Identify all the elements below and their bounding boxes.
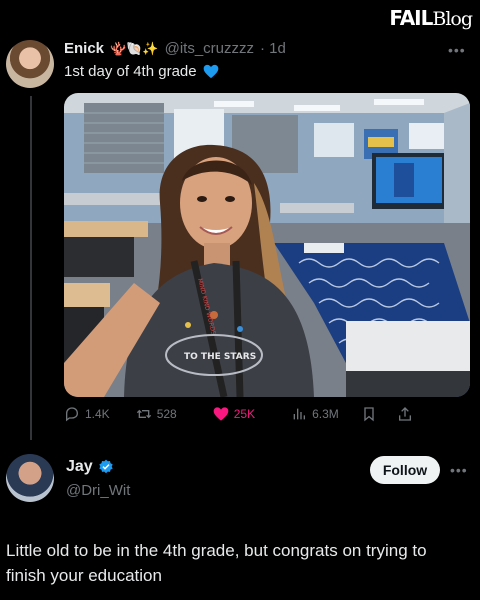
follow-button[interactable]: Follow xyxy=(370,456,440,484)
failblog-watermark: FAIL Blog xyxy=(389,6,473,30)
classroom-selfie-image: MIND KIND WORDS TO THE STARS xyxy=(64,93,470,397)
post-time[interactable]: · 1d xyxy=(260,40,286,57)
reply-text: Little old to be in the 4th grade, but c… xyxy=(6,541,427,585)
author-handle[interactable]: @its_cruzzzz xyxy=(165,40,254,57)
repost-icon xyxy=(136,409,151,419)
author-emojis: 🪸🐚✨ xyxy=(110,40,159,56)
more-options-icon[interactable]: ••• xyxy=(448,42,466,58)
post-header: Enick 🪸🐚✨ @its_cruzzzz · 1d xyxy=(64,40,286,57)
share-icon xyxy=(398,407,411,421)
shirt-text: TO THE STARS xyxy=(184,352,256,362)
thread-line xyxy=(30,96,32,440)
reply-author-name[interactable]: Jay xyxy=(66,458,93,476)
like-count: 25K xyxy=(233,407,256,421)
verified-badge-icon xyxy=(99,459,113,474)
bookmark-action[interactable] xyxy=(361,406,377,422)
view-count: 6.3M xyxy=(312,407,339,421)
blue-heart-icon xyxy=(203,64,218,79)
watermark-blog: Blog xyxy=(432,8,473,30)
engagement-bar: 1.4K 528 25K 6.3M xyxy=(64,406,470,422)
reply-action[interactable]: 1.4K xyxy=(64,406,110,422)
reply-author-name-row: Jay xyxy=(66,458,114,476)
reply-icon xyxy=(66,407,79,422)
repost-count: 528 xyxy=(156,407,177,421)
like-action[interactable]: 25K xyxy=(213,406,255,422)
reply-more-options-icon[interactable]: ••• xyxy=(450,462,468,478)
repost-action[interactable]: 528 xyxy=(136,406,177,422)
post-text-content: 1st day of 4th grade xyxy=(64,63,197,80)
bookmark-icon xyxy=(364,407,374,422)
post-photo[interactable]: MIND KIND WORDS TO THE STARS xyxy=(64,93,470,397)
share-action[interactable] xyxy=(397,406,413,422)
reply-author-avatar[interactable] xyxy=(6,454,54,502)
reply-author-handle[interactable]: @Dri_Wit xyxy=(66,482,130,499)
views-icon xyxy=(293,408,306,420)
watermark-fail: FAIL xyxy=(389,6,433,30)
post-text: 1st day of 4th grade xyxy=(64,63,219,80)
heart-icon xyxy=(213,407,229,421)
reply-count: 1.4K xyxy=(85,407,110,421)
views-action[interactable]: 6.3M xyxy=(291,406,339,422)
author-avatar[interactable] xyxy=(6,40,54,88)
author-name[interactable]: Enick xyxy=(64,40,104,57)
